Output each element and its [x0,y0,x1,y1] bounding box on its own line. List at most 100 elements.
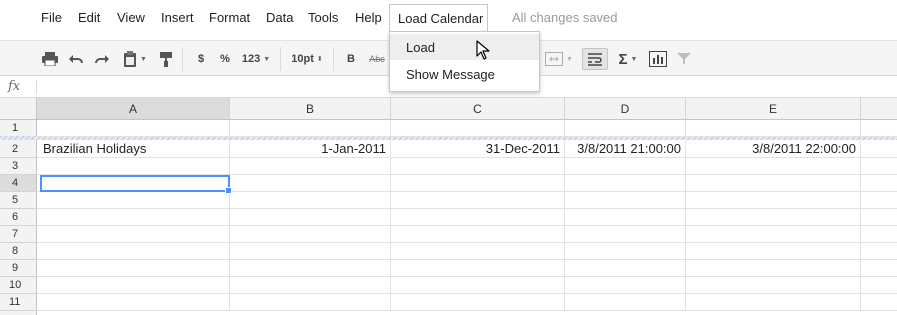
currency-format-button[interactable]: $ [193,48,209,70]
cell-a7[interactable] [37,226,230,243]
menu-view[interactable]: View [117,10,145,25]
paint-format-icon[interactable] [156,48,176,70]
bold-button[interactable]: B [343,48,359,70]
menu-tools[interactable]: Tools [308,10,338,25]
cell-c11[interactable] [391,294,565,311]
cell-f11[interactable] [861,294,897,311]
menu-load-calendar[interactable]: Load Calendar [389,4,488,32]
cell-a10[interactable] [37,277,230,294]
cell-a8[interactable] [37,243,230,260]
cell-f1[interactable] [861,120,897,137]
cell-a6[interactable] [37,209,230,226]
cell-d7[interactable] [565,226,686,243]
cell-c3[interactable] [391,158,565,175]
clipboard-icon[interactable]: ▼ [118,48,152,70]
active-cell-selection[interactable] [40,175,232,194]
cell-e9[interactable] [686,260,861,277]
cell-f7[interactable] [861,226,897,243]
sigma-icon[interactable]: Σ ▼ [613,48,643,70]
cell-c2[interactable]: 31-Dec-2011 [391,140,565,158]
cell-c1[interactable] [391,120,565,137]
cell-f4[interactable] [861,175,897,192]
cell-f5[interactable] [861,192,897,209]
cell-e7[interactable] [686,226,861,243]
cell-d6[interactable] [565,209,686,226]
cell-a5[interactable] [37,192,230,209]
cell-d5[interactable] [565,192,686,209]
menu-item-load[interactable]: Load [390,34,539,60]
row-header-11[interactable]: 11 [0,294,37,311]
cell-d11[interactable] [565,294,686,311]
cell-c9[interactable] [391,260,565,277]
cell-b4[interactable] [230,175,391,192]
row-header-1[interactable]: 1 [0,120,37,137]
cell-f3[interactable] [861,158,897,175]
cell-c6[interactable] [391,209,565,226]
row-header-12[interactable] [0,311,37,315]
filter-icon[interactable] [674,48,694,70]
strikethrough-button[interactable]: Abc [366,48,388,70]
cell-e11[interactable] [686,294,861,311]
cell-d4[interactable] [565,175,686,192]
cell-f9[interactable] [861,260,897,277]
cell-a11[interactable] [37,294,230,311]
cell-c10[interactable] [391,277,565,294]
wrap-text-icon[interactable] [582,48,608,70]
cell-b2[interactable]: 1-Jan-2011 [230,140,391,158]
cell-e1[interactable] [686,120,861,137]
cell-a1[interactable] [37,120,230,137]
cell-a2[interactable]: Brazilian Holidays [37,140,230,158]
cell-b11[interactable] [230,294,391,311]
menu-edit[interactable]: Edit [78,10,100,25]
cell-f10[interactable] [861,277,897,294]
column-header-d[interactable]: D [565,98,686,120]
cell-d10[interactable] [565,277,686,294]
menu-help[interactable]: Help [355,10,382,25]
column-header-a[interactable]: A [37,98,230,120]
column-header-f[interactable] [861,98,897,120]
cell-c4[interactable] [391,175,565,192]
cell-b6[interactable] [230,209,391,226]
row-header-5[interactable]: 5 [0,192,37,209]
row-header-3[interactable]: 3 [0,158,37,175]
row-header-2[interactable]: 2 [0,140,37,158]
cell-e3[interactable] [686,158,861,175]
row-header-10[interactable]: 10 [0,277,37,294]
cell-b8[interactable] [230,243,391,260]
merge-cells-icon[interactable]: ▼ [542,48,576,70]
menu-insert[interactable]: Insert [161,10,194,25]
cell-d9[interactable] [565,260,686,277]
row-header-9[interactable]: 9 [0,260,37,277]
menu-file[interactable]: File [41,10,62,25]
cell-b5[interactable] [230,192,391,209]
cell-b9[interactable] [230,260,391,277]
cell-f8[interactable] [861,243,897,260]
cell-f2[interactable] [861,140,897,158]
percent-format-button[interactable]: % [217,48,233,70]
cell-d8[interactable] [565,243,686,260]
column-header-b[interactable]: B [230,98,391,120]
cell-b3[interactable] [230,158,391,175]
number-format-dropdown[interactable]: 123 ▼ [239,48,273,70]
chart-icon[interactable] [647,48,669,70]
cell-b1[interactable] [230,120,391,137]
menu-data[interactable]: Data [266,10,293,25]
cell-d3[interactable] [565,158,686,175]
cell-e10[interactable] [686,277,861,294]
cell-c7[interactable] [391,226,565,243]
row-header-6[interactable]: 6 [0,209,37,226]
cell-e6[interactable] [686,209,861,226]
cell-d2[interactable]: 3/8/2011 21:00:00 [565,140,686,158]
cell-e4[interactable] [686,175,861,192]
select-all-corner[interactable] [0,98,37,120]
cell-b7[interactable] [230,226,391,243]
cell-c8[interactable] [391,243,565,260]
cell-e8[interactable] [686,243,861,260]
cell-a9[interactable] [37,260,230,277]
column-header-e[interactable]: E [686,98,861,120]
font-size-dropdown[interactable]: 10pt ⬍ [288,48,326,70]
undo-icon[interactable] [66,48,86,70]
cell-f6[interactable] [861,209,897,226]
cell-e2[interactable]: 3/8/2011 22:00:00 [686,140,861,158]
cell-b10[interactable] [230,277,391,294]
